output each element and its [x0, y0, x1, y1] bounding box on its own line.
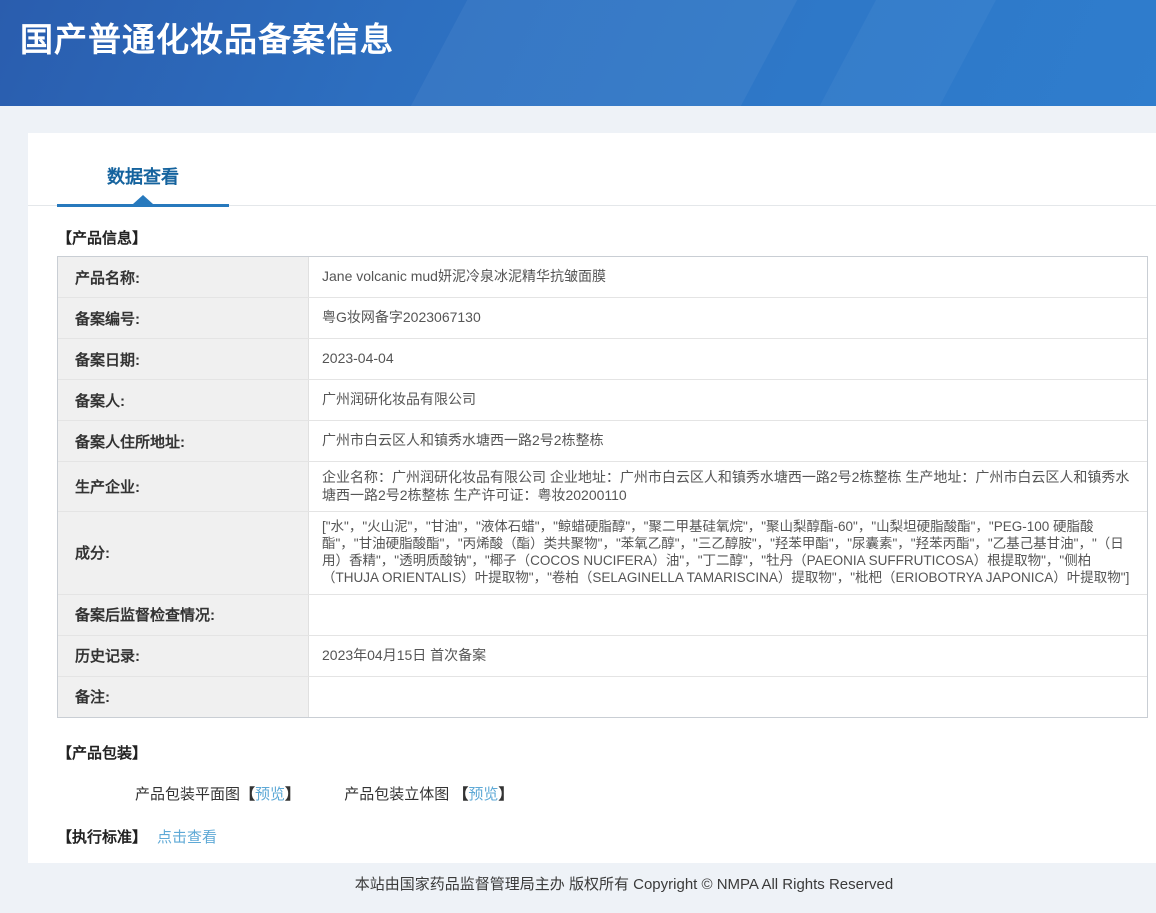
row-label: 备案人: [58, 380, 309, 420]
row-value: Jane volcanic mud妍泥冷泉冰泥精华抗皱面膜 [309, 257, 1147, 297]
table-row-supervision-check: 备案后监督检查情况: [58, 595, 1147, 636]
packaging-flat-preview-link[interactable]: 预览 [255, 786, 285, 803]
table-row-record-number: 备案编号: 粤G妆网备字2023067130 [58, 298, 1147, 339]
row-value: 企业名称：广州润研化妆品有限公司 企业地址：广州市白云区人和镇秀水塘西一路2号2… [309, 462, 1147, 511]
table-row-registrant-address: 备案人住所地址: 广州市白云区人和镇秀水塘西一路2号2栋整栋 [58, 421, 1147, 462]
table-row-product-name: 产品名称: Jane volcanic mud妍泥冷泉冰泥精华抗皱面膜 [58, 257, 1147, 298]
standard-label: 【执行标准】 [57, 829, 147, 846]
bracket-close: 】 [498, 786, 513, 803]
bracket-close: 】 [285, 786, 300, 803]
page-title: 国产普通化妆品备案信息 [0, 0, 1156, 61]
row-value: 2023年04月15日 首次备案 [309, 636, 1147, 676]
bracket-open: 【 [453, 786, 468, 803]
row-label: 备案人住所地址: [58, 421, 309, 461]
standard-row: 【执行标准】点击查看 [57, 826, 1149, 847]
row-label: 备案编号: [58, 298, 309, 338]
product-info-table: 产品名称: Jane volcanic mud妍泥冷泉冰泥精华抗皱面膜 备案编号… [57, 256, 1148, 718]
footer-copyright: 本站由国家药品监督管理局主办 版权所有 Copyright © NMPA All… [28, 863, 1156, 894]
table-row-remarks: 备注: [58, 677, 1147, 717]
row-value: 2023-04-04 [309, 339, 1147, 379]
tab-bar: 数据查看 [28, 133, 1156, 206]
standard-view-link[interactable]: 点击查看 [157, 829, 217, 846]
bracket-open: 【 [240, 786, 255, 803]
page-header-banner: 国产普通化妆品备案信息 [0, 0, 1156, 106]
table-row-record-date: 备案日期: 2023-04-04 [58, 339, 1147, 380]
tab-data-view-label: 数据查看 [107, 167, 179, 187]
packaging-3d-preview-link[interactable]: 预览 [468, 786, 498, 803]
packaging-section-title: 【产品包装】 [57, 742, 1149, 763]
packaging-3d-label: 产品包装立体图 [344, 786, 453, 803]
main-card: 数据查看 【产品信息】 产品名称: Jane volcanic mud妍泥冷泉冰… [28, 133, 1156, 913]
product-info-section-title: 【产品信息】 [57, 227, 1149, 248]
tab-data-view[interactable]: 数据查看 [57, 163, 229, 207]
row-value: 粤G妆网备字2023067130 [309, 298, 1147, 338]
packaging-flat-item: 产品包装平面图【预览】 [135, 783, 300, 804]
row-value: 广州市白云区人和镇秀水塘西一路2号2栋整栋 [309, 421, 1147, 461]
row-label: 成分: [58, 512, 309, 594]
row-value [309, 677, 1147, 717]
row-value: 广州润研化妆品有限公司 [309, 380, 1147, 420]
row-label: 历史记录: [58, 636, 309, 676]
row-label: 备注: [58, 677, 309, 717]
row-label: 产品名称: [58, 257, 309, 297]
table-row-ingredients: 成分: ["水"，"火山泥"，"甘油"，"液体石蜡"，"鲸蜡硬脂醇"，"聚二甲基… [58, 512, 1147, 595]
packaging-3d-item: 产品包装立体图 【预览】 [344, 783, 513, 804]
row-value [309, 595, 1147, 635]
table-row-history: 历史记录: 2023年04月15日 首次备案 [58, 636, 1147, 677]
packaging-flat-label: 产品包装平面图 [135, 786, 240, 803]
row-label: 备案后监督检查情况: [58, 595, 309, 635]
table-row-registrant: 备案人: 广州润研化妆品有限公司 [58, 380, 1147, 421]
tab-active-triangle-icon [133, 195, 153, 204]
row-value: ["水"，"火山泥"，"甘油"，"液体石蜡"，"鲸蜡硬脂醇"，"聚二甲基硅氧烷"… [309, 512, 1147, 594]
table-row-manufacturer: 生产企业: 企业名称：广州润研化妆品有限公司 企业地址：广州市白云区人和镇秀水塘… [58, 462, 1147, 512]
page-footer: 本站由国家药品监督管理局主办 版权所有 Copyright © NMPA All… [0, 863, 1156, 913]
row-label: 生产企业: [58, 462, 309, 511]
packaging-row: 产品包装平面图【预览】 产品包装立体图 【预览】 [135, 783, 1149, 804]
row-label: 备案日期: [58, 339, 309, 379]
